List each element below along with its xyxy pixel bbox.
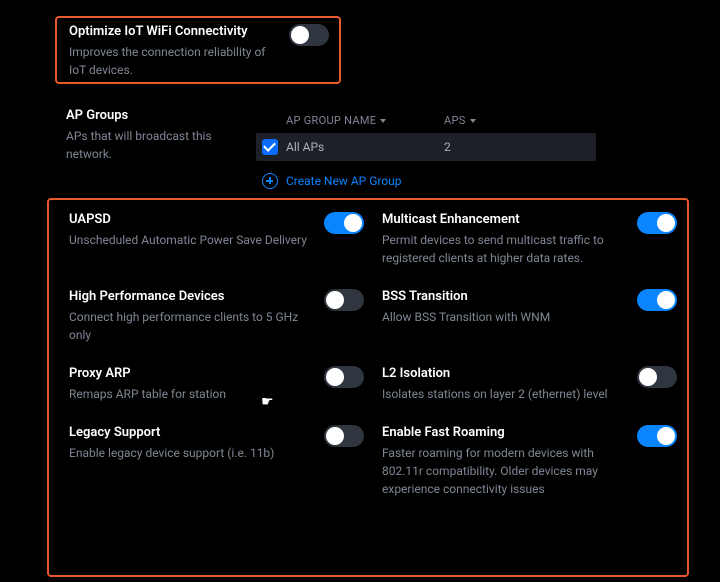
iot-desc: Improves the connection reliability of I… bbox=[69, 43, 269, 79]
fast-roam-desc: Faster roaming for modern devices with 8… bbox=[382, 444, 623, 498]
uapsd-title: UAPSD bbox=[69, 212, 310, 227]
proxy-arp-title: Proxy ARP bbox=[69, 366, 310, 381]
chevron-down-icon bbox=[470, 119, 476, 123]
l2-iso-title: L2 Isolation bbox=[382, 366, 623, 381]
setting-legacy: Legacy Support Enable legacy device supp… bbox=[69, 425, 364, 498]
plus-circle-icon bbox=[262, 173, 278, 189]
ap-row-name: All APs bbox=[286, 140, 444, 154]
bss-desc: Allow BSS Transition with WNM bbox=[382, 308, 623, 326]
proxy-arp-toggle[interactable] bbox=[324, 366, 364, 388]
high-perf-desc: Connect high performance clients to 5 GH… bbox=[69, 308, 310, 344]
setting-multicast: Multicast Enhancement Permit devices to … bbox=[382, 212, 677, 267]
l2-iso-toggle[interactable] bbox=[637, 366, 677, 388]
multicast-toggle[interactable] bbox=[637, 212, 677, 234]
uapsd-desc: Unscheduled Automatic Power Save Deliver… bbox=[69, 231, 310, 249]
ap-table-row[interactable]: All APs 2 bbox=[256, 133, 596, 161]
ap-row-aps: 2 bbox=[444, 140, 504, 154]
uapsd-toggle[interactable] bbox=[324, 212, 364, 234]
ap-header-name[interactable]: AP GROUP NAME bbox=[286, 114, 444, 127]
iot-toggle[interactable] bbox=[289, 24, 329, 46]
bss-title: BSS Transition bbox=[382, 289, 623, 304]
ap-groups-section: AP Groups APs that will broadcast this n… bbox=[66, 108, 596, 189]
bss-toggle[interactable] bbox=[637, 289, 677, 311]
highlight-iot-box: Optimize IoT WiFi Connectivity Improves … bbox=[55, 16, 341, 84]
setting-uapsd: UAPSD Unscheduled Automatic Power Save D… bbox=[69, 212, 364, 267]
high-perf-toggle[interactable] bbox=[324, 289, 364, 311]
create-ap-group-button[interactable]: Create New AP Group bbox=[262, 173, 596, 189]
fast-roam-toggle[interactable] bbox=[637, 425, 677, 447]
legacy-desc: Enable legacy device support (i.e. 11b) bbox=[69, 444, 310, 462]
legacy-toggle[interactable] bbox=[324, 425, 364, 447]
l2-iso-desc: Isolates stations on layer 2 (ethernet) … bbox=[382, 385, 623, 403]
ap-groups-desc: APs that will broadcast this network. bbox=[66, 127, 256, 163]
ap-table-header: AP GROUP NAME APS bbox=[256, 108, 596, 133]
ap-header-aps[interactable]: APS bbox=[444, 114, 504, 127]
legacy-title: Legacy Support bbox=[69, 425, 310, 440]
setting-high-perf: High Performance Devices Connect high pe… bbox=[69, 289, 364, 344]
advanced-settings-grid: UAPSD Unscheduled Automatic Power Save D… bbox=[69, 212, 677, 498]
checkbox-checked-icon[interactable] bbox=[262, 139, 278, 155]
fast-roam-title: Enable Fast Roaming bbox=[382, 425, 623, 440]
create-ap-group-label: Create New AP Group bbox=[286, 174, 402, 188]
multicast-title: Multicast Enhancement bbox=[382, 212, 623, 227]
setting-fast-roaming: Enable Fast Roaming Faster roaming for m… bbox=[382, 425, 677, 498]
chevron-down-icon bbox=[380, 119, 386, 123]
high-perf-title: High Performance Devices bbox=[69, 289, 310, 304]
setting-proxy-arp: Proxy ARP Remaps ARP table for station bbox=[69, 366, 364, 403]
highlight-advanced-box: UAPSD Unscheduled Automatic Power Save D… bbox=[47, 198, 689, 577]
setting-bss: BSS Transition Allow BSS Transition with… bbox=[382, 289, 677, 344]
proxy-arp-desc: Remaps ARP table for station bbox=[69, 385, 310, 403]
iot-title: Optimize IoT WiFi Connectivity bbox=[69, 24, 269, 39]
multicast-desc: Permit devices to send multicast traffic… bbox=[382, 231, 623, 267]
ap-groups-title: AP Groups bbox=[66, 108, 256, 123]
setting-l2-isolation: L2 Isolation Isolates stations on layer … bbox=[382, 366, 677, 403]
